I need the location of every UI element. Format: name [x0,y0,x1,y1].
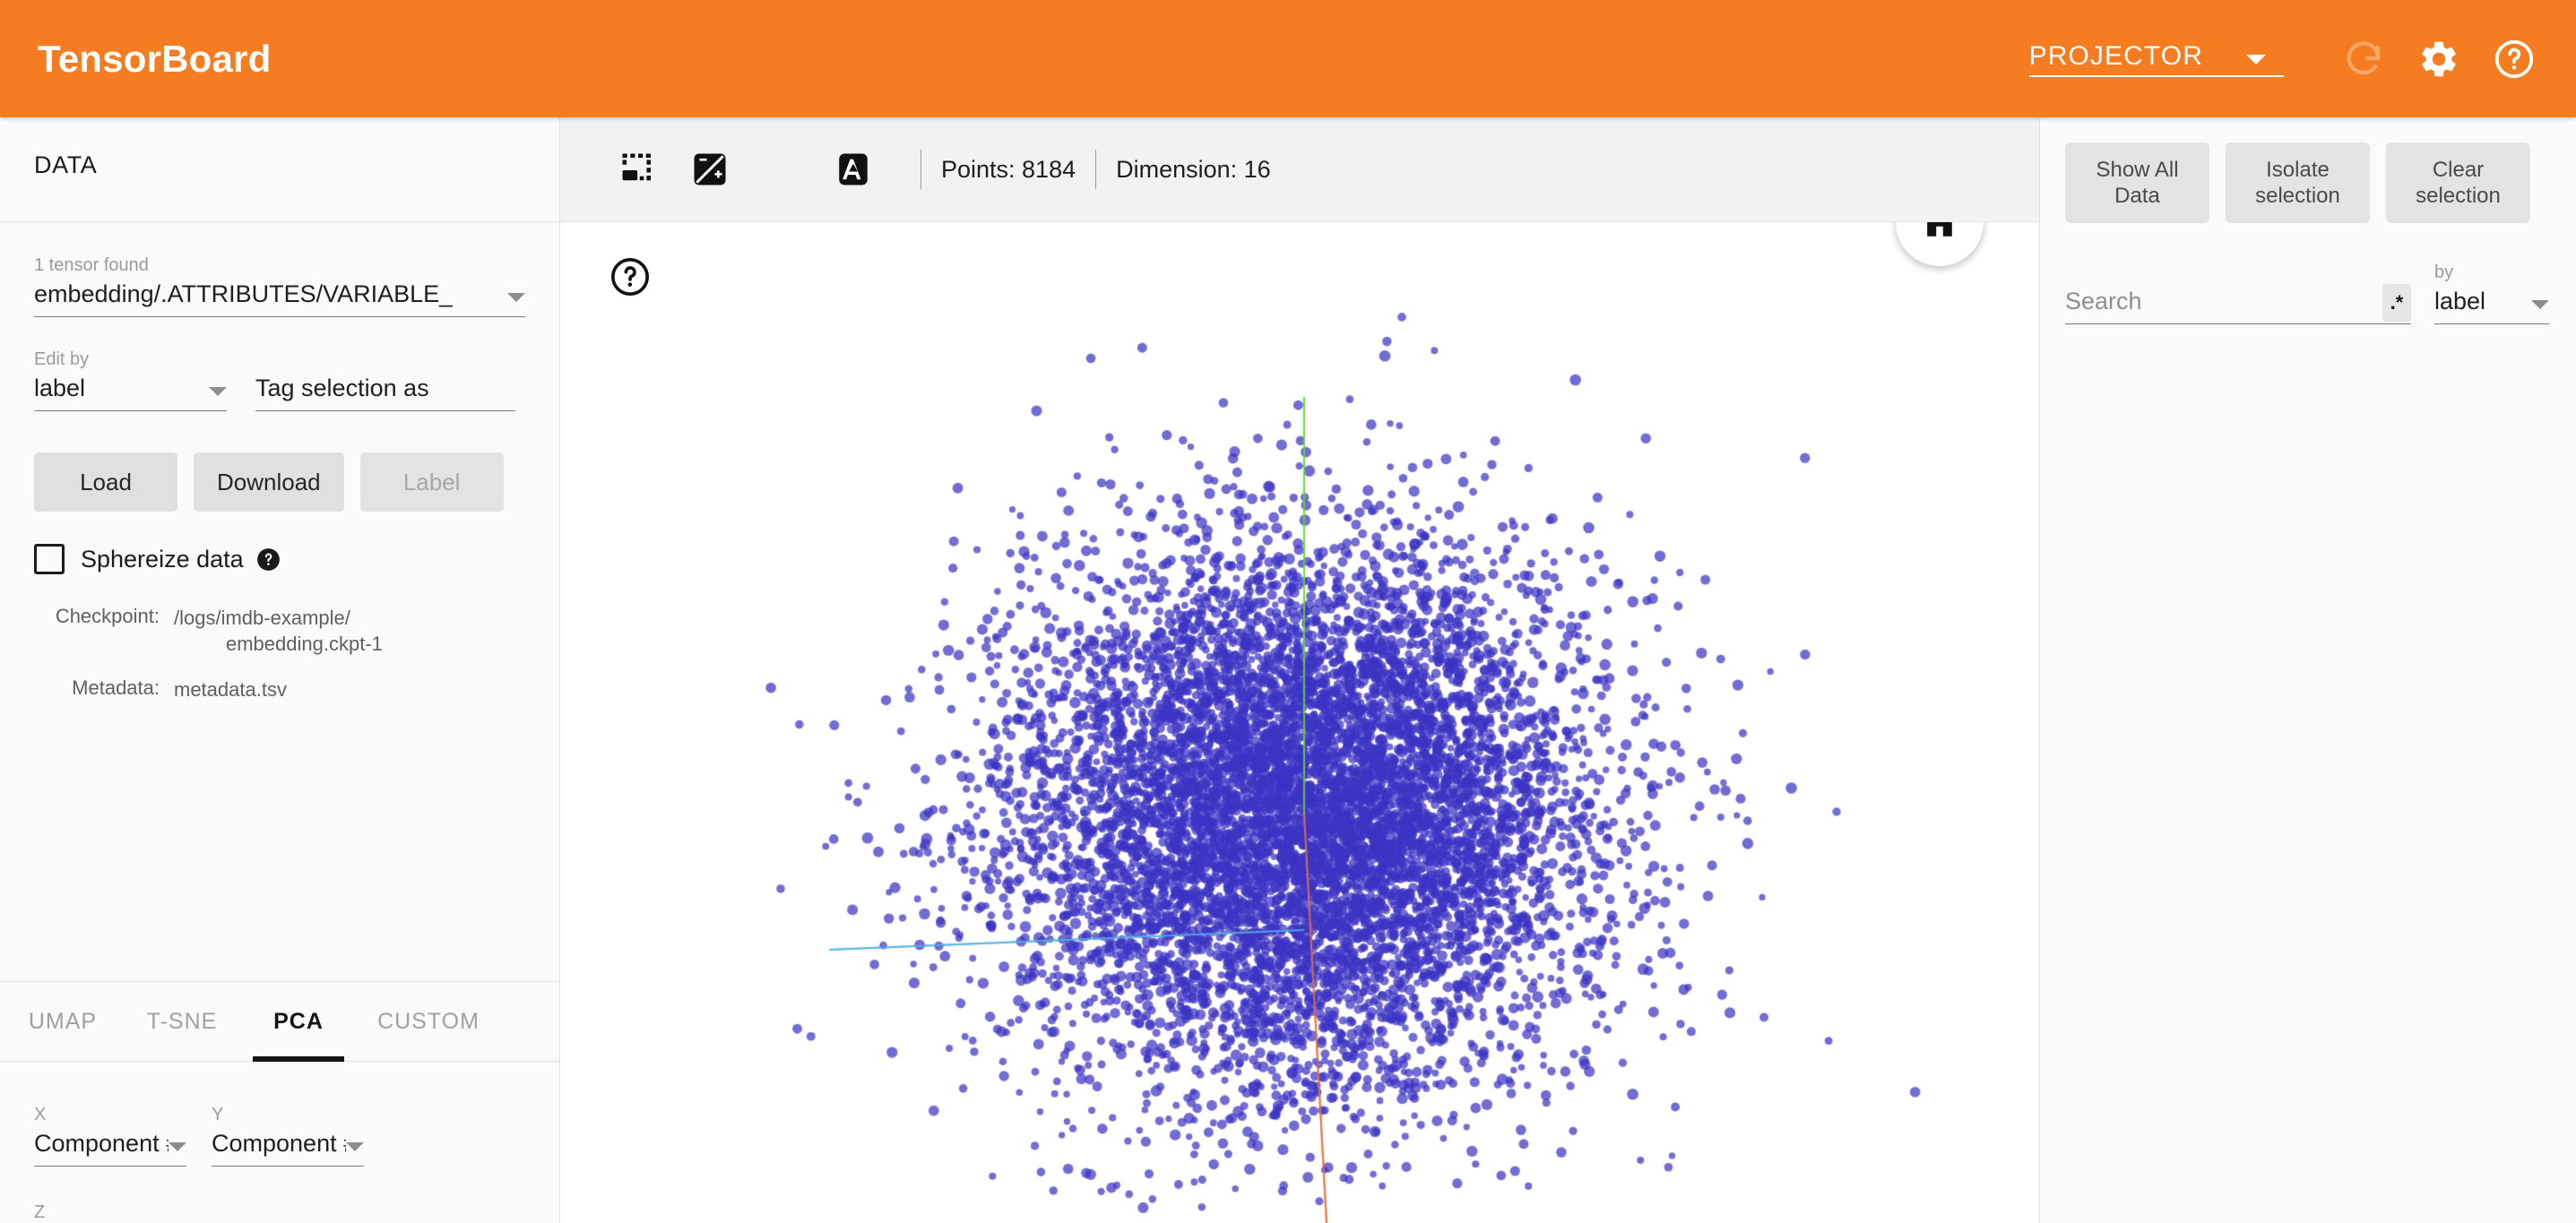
show-all-data-button[interactable]: Show All Data [2065,142,2209,223]
checkpoint-value-line2: embedding.ckpt-1 [226,633,383,656]
pca-x-caption: X [34,1105,47,1124]
help-circle-icon[interactable] [2486,31,2542,87]
chevron-down-icon [209,387,227,396]
checkpoint-value: /logs/imdb-example/ embedding.ckpt-1 [174,605,383,657]
edit-by-value: label [34,375,86,401]
tensor-selector-group: 1 tensor found embedding/.ATTRIBUTES/VAR… [34,255,525,317]
pca-z-caption: Z [34,1202,46,1222]
refresh-icon[interactable] [2336,31,2391,87]
dimension-stat: Dimension: 16 [1116,155,1271,183]
tensor-selected-value: embedding/.ATTRIBUTES/VARIABLE_ [34,280,454,307]
pca-x-selector[interactable]: Component #1 [34,1130,186,1167]
dashboard-selector[interactable]: PROJECTOR [2028,41,2284,77]
metadata-row: Metadata: metadata.tsv [34,676,525,702]
dashboard-underline [2028,74,2284,77]
pca-y-value: Component #2 [212,1130,346,1157]
tab-pca[interactable]: PCA [253,981,344,1062]
tag-selection-placeholder: Tag selection as [255,375,429,401]
edit-by-row: Edit by label Tag selection as [34,349,525,411]
download-button[interactable]: Download [194,452,344,512]
scatter-plot-canvas[interactable] [560,222,2039,1223]
left-sidebar: DATA 1 tensor found embedding/.ATTRIBUTE… [0,117,560,1223]
checkpoint-metadata: Checkpoint: /logs/imdb-example/ embeddin… [34,605,525,702]
tab-tsne[interactable]: T-SNE [124,981,240,1062]
pca-x-group: X Component #1 [34,1105,186,1167]
tag-selection-spacer [255,349,515,370]
moon-icon[interactable] [757,145,806,194]
regex-toggle-button[interactable]: .* [2382,284,2411,322]
load-button[interactable]: Load [34,452,177,512]
edit-by-selector[interactable]: label [34,375,227,411]
sphereize-row: Sphereize data [34,544,525,574]
search-by-value: label [2434,288,2486,314]
metadata-value: metadata.tsv [174,678,287,702]
tab-custom[interactable]: CUSTOM [357,981,500,1062]
help-circle-icon[interactable] [609,256,651,297]
selection-panel: Show All Data Isolate selection Clear se… [2039,117,2576,1223]
clear-selection-button[interactable]: Clear selection [2386,142,2530,223]
top-app-bar: TensorBoard PROJECTOR [0,0,2576,117]
help-filled-icon[interactable] [256,547,281,572]
tensor-found-caption: 1 tensor found [34,255,149,275]
edit-by-caption: Edit by [34,349,90,369]
pca-y-caption: Y [212,1105,224,1124]
chevron-down-icon [507,293,525,302]
search-by-group: by label [2434,263,2549,324]
chevron-down-icon [2531,300,2549,309]
top-bar-actions: PROJECTOR [2028,31,2542,87]
search-by-caption: by [2434,263,2454,282]
sphereize-checkbox[interactable] [34,544,65,574]
visualization-area: Points: 8184 Dimension: 16 [560,117,2039,1223]
data-controls: 1 tensor found embedding/.ATTRIBUTES/VAR… [0,255,559,702]
labels-a-icon[interactable] [829,145,877,194]
checkpoint-value-line1: /logs/imdb-example/ [174,607,350,629]
data-section-header: DATA [0,117,559,222]
projector-app: TensorBoard PROJECTOR DATA 1 tensor foun… [0,0,2576,1223]
app-brand-title: TensorBoard [38,37,272,80]
pca-y-selector[interactable]: Component #2 [212,1130,364,1167]
label-button[interactable]: Label [359,452,504,512]
sphereize-label: Sphereize data [81,545,244,573]
selection-action-buttons: Show All Data Isolate selection Clear se… [2040,117,2576,223]
chevron-down-icon [2246,54,2266,65]
toolbar-divider [1095,150,1097,189]
isolate-selection-button[interactable]: Isolate selection [2226,142,2370,223]
visualization-toolbar: Points: 8184 Dimension: 16 [560,117,2039,222]
tensor-selector[interactable]: embedding/.ATTRIBUTES/VARIABLE_ [34,280,525,317]
tag-selection-group: Tag selection as [255,349,515,411]
search-by-selector[interactable]: label [2434,288,2549,324]
pca-x-value: Component #1 [34,1130,169,1157]
points-count-stat: Points: 8184 [941,155,1076,183]
search-row: .* by label [2040,223,2576,324]
pca-component-row: X Component #1 Y Component #2 [34,1105,525,1167]
gear-icon[interactable] [2411,31,2467,87]
metadata-row: Checkpoint: /logs/imdb-example/ embeddin… [34,605,525,657]
chevron-down-icon [346,1142,364,1151]
tab-umap[interactable]: UMAP [9,981,117,1062]
exposure-icon[interactable] [686,145,734,194]
home-icon [1927,222,1952,237]
edit-by-group: Edit by label [34,349,227,411]
data-section-title: DATA [34,151,98,178]
search-input[interactable] [2065,288,2411,315]
projection-tabs: UMAP T-SNE PCA CUSTOM [0,981,559,1062]
search-field-wrapper: .* [2065,284,2411,324]
projection-tabs-panel: UMAP T-SNE PCA CUSTOM X Component #1 Y [0,981,559,1223]
scatter-plot[interactable] [560,222,2039,1223]
pca-panel: X Component #1 Y Component #2 [0,1062,559,1223]
select-box-icon[interactable] [614,145,662,194]
tag-selection-field[interactable]: Tag selection as [255,375,515,411]
metadata-key: Metadata: [72,676,160,700]
data-action-buttons: Load Download Label [34,452,525,512]
pca-y-group: Y Component #2 [212,1105,364,1167]
checkpoint-key: Checkpoint: [55,605,160,627]
chevron-down-icon [169,1142,186,1151]
